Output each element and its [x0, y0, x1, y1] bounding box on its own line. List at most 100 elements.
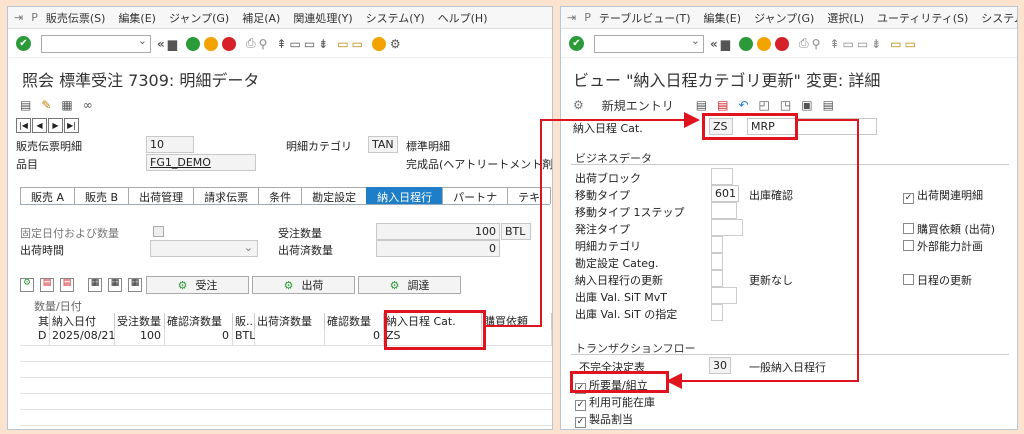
display-change-icon[interactable]: ⚙	[573, 98, 584, 112]
order-qty-unit-field[interactable]: BTL	[501, 223, 531, 240]
help-icon[interactable]	[371, 36, 386, 51]
table-header[interactable]: 其	[36, 313, 50, 329]
save-icon[interactable]: ▆	[721, 37, 730, 51]
cancel-icon[interactable]	[775, 36, 789, 51]
tab-account-assignment[interactable]: 勘定設定	[301, 187, 368, 204]
calculator-icon[interactable]: ▦	[61, 98, 72, 112]
menu-selection[interactable]: 選択(L)	[827, 10, 864, 26]
last-page-icon[interactable]: ⇟	[318, 37, 328, 51]
copy-icon[interactable]: ▤	[696, 98, 707, 112]
product-alloc-checkbox[interactable]: ✓ 製品割当	[575, 411, 633, 428]
material-field[interactable]: FG1_DEMO	[146, 154, 256, 171]
select-icon[interactable]: ▣	[801, 98, 812, 112]
bookmark-icon[interactable]: P	[584, 11, 591, 24]
prev-page-icon[interactable]: ▭	[289, 37, 300, 51]
exit-circle-icon[interactable]	[204, 36, 218, 51]
item-category-field[interactable]: TAN	[368, 136, 398, 153]
item-category-field[interactable]	[711, 236, 723, 253]
table-cell[interactable]: 100	[115, 329, 165, 345]
order-button[interactable]: ⚙ 受注	[146, 276, 249, 294]
menu-environment[interactable]: 関連処理(Y)	[293, 10, 352, 26]
menu-goto[interactable]: ジャンプ(G)	[169, 10, 229, 26]
atp-checkbox[interactable]: ✓ 利用可能在庫	[575, 394, 655, 411]
last-page-icon[interactable]: ⇟	[871, 37, 881, 51]
table-header[interactable]: 受注数量	[115, 313, 165, 329]
tab-shipping[interactable]: 出荷管理	[128, 187, 195, 204]
command-field[interactable]	[594, 34, 704, 53]
shortcut-icon[interactable]: ▭	[905, 37, 916, 51]
item-field[interactable]: 10	[146, 136, 194, 153]
incompletion-field[interactable]: 30	[709, 357, 731, 374]
table-cell[interactable]	[482, 329, 552, 345]
prev-entry-icon[interactable]: ◰	[759, 98, 770, 112]
back-icon[interactable]	[186, 36, 200, 51]
insert-row-icon[interactable]: ▤	[40, 278, 54, 292]
transport-icon[interactable]: ▤	[823, 98, 834, 112]
tab-texts[interactable]: テキ	[507, 187, 552, 204]
bookmark-icon[interactable]: P	[31, 11, 38, 24]
deselect-all-icon[interactable]: ▦	[108, 278, 122, 292]
delete-row-icon[interactable]: ▤	[60, 278, 74, 292]
ext-capacity-checkbox[interactable]: 外部能力計画	[903, 238, 983, 254]
exit-circle-icon[interactable]	[757, 36, 771, 51]
next-page-icon[interactable]: ▭	[304, 37, 315, 51]
prev-item-icon[interactable]: ◀	[32, 118, 47, 133]
table-header[interactable]: 購買依頼	[482, 313, 552, 329]
glasses-icon[interactable]: ∞	[83, 98, 93, 112]
ship-val-sit-spec-field[interactable]	[711, 304, 723, 321]
sched-update-field[interactable]	[711, 270, 723, 287]
new-session-icon[interactable]: ▭	[890, 37, 901, 51]
table-cell[interactable]: 0	[165, 329, 233, 345]
display-doc-icon[interactable]: ▤	[20, 98, 31, 112]
exit-icon[interactable]: ⇥	[567, 11, 576, 24]
new-session-icon[interactable]: ▭	[337, 37, 348, 51]
cancel-icon[interactable]	[222, 36, 236, 51]
enter-icon[interactable]: ✔	[569, 36, 584, 51]
find-icon[interactable]: ⚲	[259, 37, 268, 51]
first-item-icon[interactable]: |◀	[16, 118, 31, 133]
tab-partners[interactable]: パートナ	[442, 187, 509, 204]
menu-edit[interactable]: 編集(E)	[118, 10, 156, 26]
table-cell[interactable]: BTL	[233, 329, 255, 345]
table-header[interactable]: 確認済数量	[165, 313, 233, 329]
menu-extras[interactable]: 補足(A)	[242, 10, 280, 26]
tab-billing[interactable]: 請求伝票	[193, 187, 260, 204]
menu-sales-doc[interactable]: 販売伝票(S)	[46, 10, 106, 26]
command-field[interactable]	[41, 34, 151, 53]
print-icon[interactable]: ⎙	[246, 36, 256, 51]
procurement-button[interactable]: ⚙ 調達	[358, 276, 461, 294]
save-icon[interactable]: ▆	[168, 37, 177, 51]
menu-system[interactable]: システム(Y)	[366, 10, 425, 26]
tab-schedule-lines[interactable]: 納入日程行	[366, 187, 444, 204]
movement-1step-field[interactable]	[711, 202, 737, 219]
back-arrows-icon[interactable]: «	[710, 37, 718, 51]
order-type-field[interactable]	[711, 219, 743, 236]
shipped-qty-field[interactable]: 0	[376, 240, 500, 257]
table-header[interactable]: 確認数量	[325, 313, 384, 329]
table-header[interactable]: 販..	[233, 313, 255, 329]
last-item-icon[interactable]: ▶|	[64, 118, 79, 133]
select-block-icon[interactable]: ▦	[128, 278, 142, 292]
prev-page-icon[interactable]: ▭	[842, 37, 853, 51]
table-cell[interactable]	[255, 329, 325, 345]
next-item-icon[interactable]: ▶	[48, 118, 63, 133]
ship-time-dropdown[interactable]: ⌄	[150, 240, 258, 257]
tab-conditions[interactable]: 条件	[258, 187, 303, 204]
menu-help[interactable]: ヘルプ(H)	[438, 10, 488, 26]
find-icon[interactable]: ⚲	[812, 37, 821, 51]
fixed-date-qty-checkbox[interactable]	[153, 226, 164, 237]
table-cell[interactable]: 2025/08/21	[50, 329, 115, 345]
back-arrows-icon[interactable]: «	[157, 37, 165, 51]
shortcut-icon[interactable]: ▭	[352, 37, 363, 51]
menu-system[interactable]: システム	[981, 10, 1017, 26]
movement-type-field[interactable]: 601	[711, 185, 739, 202]
back-icon[interactable]	[739, 36, 753, 51]
delivery-item-checkbox[interactable]: ✓ 出荷関連明細	[903, 187, 983, 204]
purch-req-checkbox[interactable]: 購買依頼 (出荷)	[903, 221, 995, 237]
first-page-icon[interactable]: ⇞	[276, 37, 286, 51]
table-header[interactable]: 納入日付	[50, 313, 115, 329]
menu-table-view[interactable]: テーブルビュー(T)	[599, 10, 691, 26]
menu-edit[interactable]: 編集(E)	[704, 10, 742, 26]
table-cell[interactable]: 0	[325, 329, 384, 345]
table-cell[interactable]: D	[36, 329, 50, 345]
